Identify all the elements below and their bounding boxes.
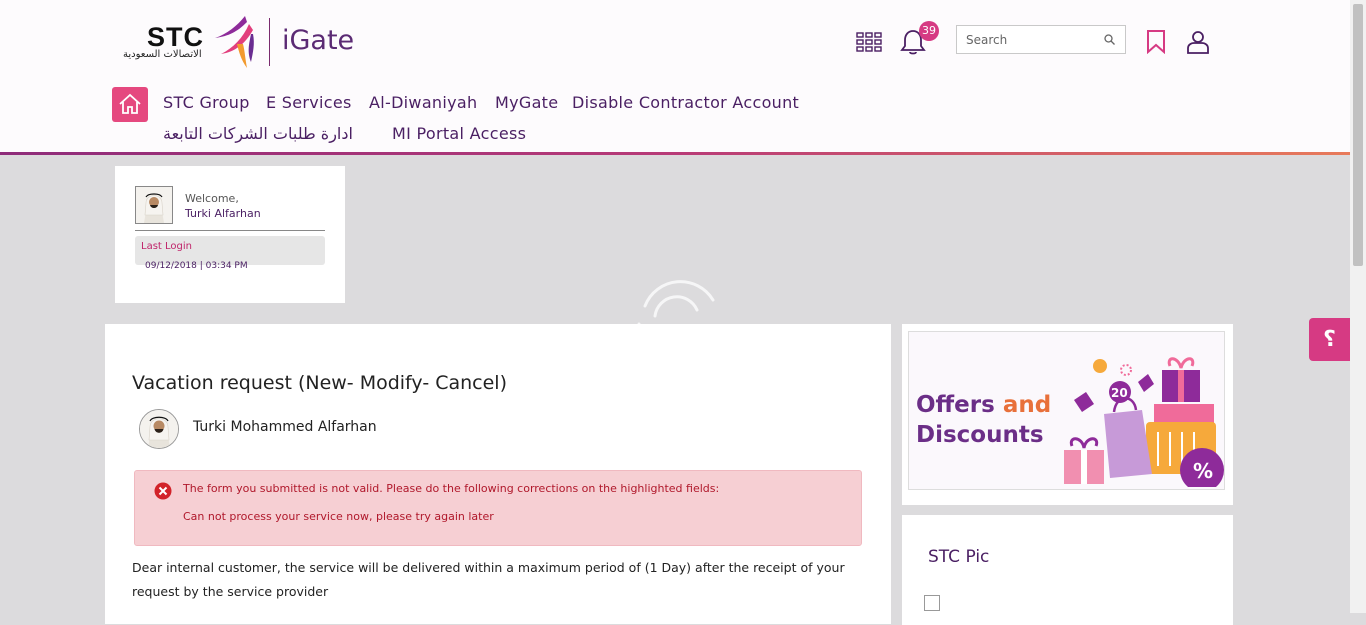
- help-button[interactable]: ؟: [1309, 318, 1350, 361]
- svg-text:%: %: [1193, 459, 1213, 483]
- scrollbar-thumb[interactable]: [1353, 4, 1363, 266]
- apps-grid-icon[interactable]: [856, 32, 882, 52]
- header-divider: [0, 152, 1350, 155]
- welcome-card: Welcome, Turki Alfarhan Last Login 09/12…: [115, 166, 345, 303]
- offers-card: Offers and Discounts % 20: [902, 324, 1233, 505]
- user-icon[interactable]: [1186, 30, 1210, 54]
- last-login-time: 09/12/2018 | 03:34 PM: [145, 261, 248, 271]
- page-title: Vacation request (New- Modify- Cancel): [132, 372, 507, 394]
- home-icon: [119, 93, 141, 114]
- stc-pic-card: STC Pic: [902, 515, 1233, 625]
- header-bar: STC الاتصالات السعودية iGate 39 Search S…: [0, 0, 1350, 153]
- search-input[interactable]: [957, 26, 1106, 53]
- offers-title: Offers and Discounts: [916, 390, 1051, 450]
- welcome-user-name: Turki Alfarhan: [185, 207, 261, 220]
- last-login-box: Last Login 09/12/2018 | 03:34 PM: [135, 236, 325, 271]
- nav-item-subsidiary-requests[interactable]: ادارة طلبات الشركات التابعة: [163, 124, 353, 143]
- avatar[interactable]: [135, 186, 173, 224]
- search-icon[interactable]: [1104, 34, 1115, 45]
- nav-item-mygate[interactable]: MyGate: [495, 93, 558, 112]
- nav-item-e-services[interactable]: E Services: [266, 93, 352, 112]
- employee-avatar: [139, 409, 179, 449]
- nav-item-al-diwaniyah[interactable]: Al-Diwaniyah: [369, 93, 477, 112]
- user-photo-icon: [136, 187, 172, 223]
- stc-pic-checkbox[interactable]: [924, 595, 940, 611]
- employee-name: Turki Mohammed Alfarhan: [193, 419, 377, 435]
- logo-swoosh-icon: [215, 16, 254, 68]
- search-box: [956, 25, 1126, 54]
- error-detail: Can not process your service now, please…: [183, 510, 494, 523]
- nav-item-disable-contractor[interactable]: Disable Contractor Account: [572, 93, 799, 112]
- nav-item-mi-portal-access[interactable]: MI Portal Access: [392, 124, 526, 143]
- error-message: The form you submitted is not valid. Ple…: [183, 482, 720, 495]
- vacation-request-card: Vacation request (New- Modify- Cancel) T…: [105, 324, 891, 624]
- notification-badge[interactable]: 39: [919, 21, 939, 41]
- error-alert: The form you submitted is not valid. Ple…: [134, 470, 862, 546]
- offers-title-line2: Discounts: [916, 422, 1044, 448]
- stc-logo[interactable]: STC الاتصالات السعودية: [123, 14, 263, 70]
- page-scrollbar[interactable]: [1350, 0, 1366, 613]
- bookmark-icon[interactable]: [1146, 30, 1166, 54]
- nav-item-stc-group[interactable]: STC Group: [163, 93, 250, 112]
- svg-text:20: 20: [1111, 386, 1128, 400]
- logo-divider: [269, 18, 270, 66]
- stc-pic-title: STC Pic: [928, 547, 990, 567]
- home-button[interactable]: [112, 87, 148, 122]
- welcome-greeting: Welcome,: [185, 192, 239, 205]
- welcome-divider: [135, 230, 325, 231]
- employee-photo-icon: [140, 410, 178, 448]
- offers-title-and: and: [1002, 392, 1052, 418]
- offers-title-line1: Offers: [916, 392, 995, 418]
- app-name[interactable]: iGate: [282, 25, 354, 56]
- error-icon: [154, 482, 172, 500]
- last-login-label: Last Login: [141, 241, 192, 252]
- gift-boxes-icon: % 20: [1064, 357, 1224, 487]
- service-notice: Dear internal customer, the service will…: [132, 560, 845, 599]
- logo-arabic-text: الاتصالات السعودية: [123, 49, 202, 60]
- offers-banner[interactable]: Offers and Discounts % 20: [908, 331, 1225, 490]
